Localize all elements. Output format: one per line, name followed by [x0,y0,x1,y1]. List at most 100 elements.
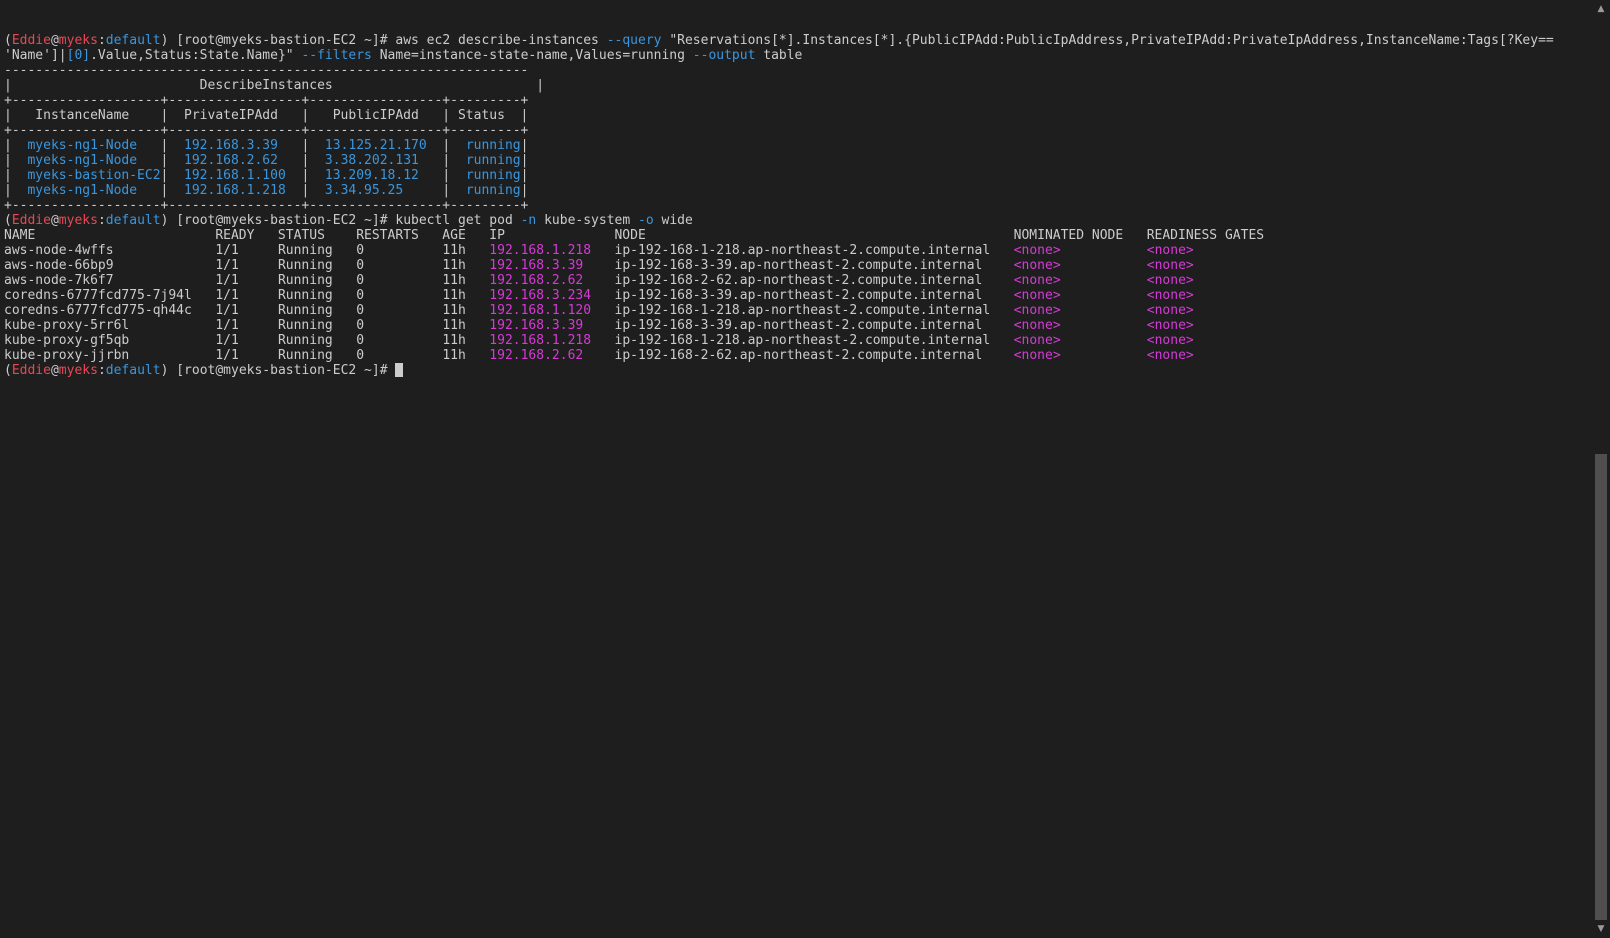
pod-row: coredns-6777fcd775-7j94l 1/1 Running 0 1… [4,288,1592,303]
table-sep: | [301,138,325,153]
terminal-window[interactable]: (Eddie@myeks:default) [root@myeks-bastio… [0,0,1592,938]
command-flag: --query [606,33,662,48]
command-flag: -o [638,213,654,228]
pod-node: ip-192-168-3-39.ap-northeast-2.compute.i… [614,258,1014,273]
pod-ready: 1/1 [215,243,278,258]
pod-nominated-node: <none> [1013,303,1147,318]
prompt-at: @ [50,33,59,48]
prompt-host: myeks [58,33,98,48]
pod-status: Running [277,303,357,318]
scrollbar-thumb[interactable] [1595,454,1607,920]
pod-age: 11h [442,303,490,318]
table-row: | myeks-bastion-EC2| 192.168.1.100 | 13.… [4,168,1592,183]
pod-row: kube-proxy-jjrbn 1/1 Running 0 11h 192.1… [4,348,1592,363]
command-text: kube-system [536,213,639,228]
table-sep: | [160,153,185,168]
pod-name: aws-node-7k6f7 [4,273,216,288]
command-text: Name=instance-state-name,Values=running [371,48,693,63]
pod-restarts: 0 [356,333,443,348]
instance-name: myeks-ng1-Node [27,138,161,153]
private-ip: 192.168.2.62 [184,153,302,168]
text-cursor[interactable] [395,363,404,377]
table-sep: | [520,168,529,183]
pod-age: 11h [442,318,490,333]
pod-node: ip-192-168-3-39.ap-northeast-2.compute.i… [614,318,1014,333]
table-sep: | [442,138,466,153]
pod-node: ip-192-168-1-218.ap-northeast-2.compute.… [614,333,1014,348]
pod-row: aws-node-4wffs 1/1 Running 0 11h 192.168… [4,243,1592,258]
command-text: aws ec2 describe-instances [395,33,607,48]
instance-status: running [465,138,521,153]
instance-status: running [465,183,521,198]
table-sep: | [442,183,466,198]
prompt-rest: ) [root@myeks-bastion-EC2 ~]# [160,33,396,48]
pod-status: Running [277,243,357,258]
table-border: +-------------------+-----------------+-… [4,198,529,213]
pod-node: ip-192-168-1-218.ap-northeast-2.compute.… [614,303,1014,318]
command-text: table [755,48,803,63]
instance-name: myeks-ng1-Node [27,153,161,168]
pod-restarts: 0 [356,303,443,318]
pod-restarts: 0 [356,273,443,288]
table-row: | myeks-ng1-Node | 192.168.1.218 | 3.34.… [4,183,1592,198]
table-sep: | [4,168,28,183]
pod-readiness-gates: <none> [1146,333,1194,348]
table-sep: | [301,153,325,168]
scroll-up-icon[interactable]: ▲ [1592,2,1610,16]
pod-readiness-gates: <none> [1146,273,1194,288]
pod-age: 11h [442,333,490,348]
pod-restarts: 0 [356,318,443,333]
pods-header-text: NAME READY STATUS RESTARTS AGE IP NODE N… [4,228,1265,243]
pod-status: Running [277,288,357,303]
pod-status: Running [277,258,357,273]
command-line-3: (Eddie@myeks:default) [root@myeks-bastio… [4,363,1592,378]
pod-node: ip-192-168-2-62.ap-northeast-2.compute.i… [614,348,1014,363]
prompt-paren: ( [4,363,12,378]
prompt-user: Eddie [11,213,51,228]
table-sep: | [301,168,325,183]
pod-readiness-gates: <none> [1146,258,1194,273]
table-border: +-------------------+-----------------+-… [4,123,529,138]
table-sep: | [160,138,185,153]
pod-restarts: 0 [356,348,443,363]
instance-status: running [465,168,521,183]
command-text: wide [653,213,693,228]
table-sep: | [520,183,529,198]
prompt-host: myeks [58,363,98,378]
prompt-host: myeks [58,213,98,228]
scroll-down-icon[interactable]: ▼ [1592,922,1610,936]
table-sep: | [301,183,325,198]
pod-ready: 1/1 [215,288,278,303]
pod-ready: 1/1 [215,333,278,348]
pod-node: ip-192-168-2-62.ap-northeast-2.compute.i… [614,273,1014,288]
pod-restarts: 0 [356,288,443,303]
vertical-scrollbar[interactable]: ▲ ▼ [1592,0,1610,938]
prompt-rest: ) [root@myeks-bastion-EC2 ~]# [160,363,396,378]
table-row: | myeks-ng1-Node | 192.168.3.39 | 13.125… [4,138,1592,153]
pod-row: kube-proxy-5rr6l 1/1 Running 0 11h 192.1… [4,318,1592,333]
prompt-user: Eddie [11,363,51,378]
table-sep: | [4,183,28,198]
private-ip: 192.168.1.100 [184,168,302,183]
pod-nominated-node: <none> [1013,348,1147,363]
pod-nominated-node: <none> [1013,243,1147,258]
pod-ip: 192.168.1.218 [489,333,615,348]
pod-age: 11h [442,273,490,288]
table-title: | DescribeInstances | [4,78,1592,93]
pod-row: coredns-6777fcd775-qh44c 1/1 Running 0 1… [4,303,1592,318]
pod-row: aws-node-66bp9 1/1 Running 0 11h 192.168… [4,258,1592,273]
pod-node: ip-192-168-3-39.ap-northeast-2.compute.i… [614,288,1014,303]
table-sep: | [4,153,28,168]
table-border: +-------------------+-----------------+-… [4,123,1592,138]
pod-nominated-node: <none> [1013,258,1147,273]
pod-ready: 1/1 [215,348,278,363]
pod-nominated-node: <none> [1013,318,1147,333]
pod-name: kube-proxy-5rr6l [4,318,216,333]
pods-header: NAME READY STATUS RESTARTS AGE IP NODE N… [4,228,1592,243]
pod-node: ip-192-168-1-218.ap-northeast-2.compute.… [614,243,1014,258]
command-flag: -n [520,213,537,228]
instance-name: myeks-ng1-Node [27,183,161,198]
prompt-context: default [105,363,161,378]
table-header: | InstanceName | PrivateIPAdd | PublicIP… [4,108,529,123]
prompt-context: default [105,33,161,48]
